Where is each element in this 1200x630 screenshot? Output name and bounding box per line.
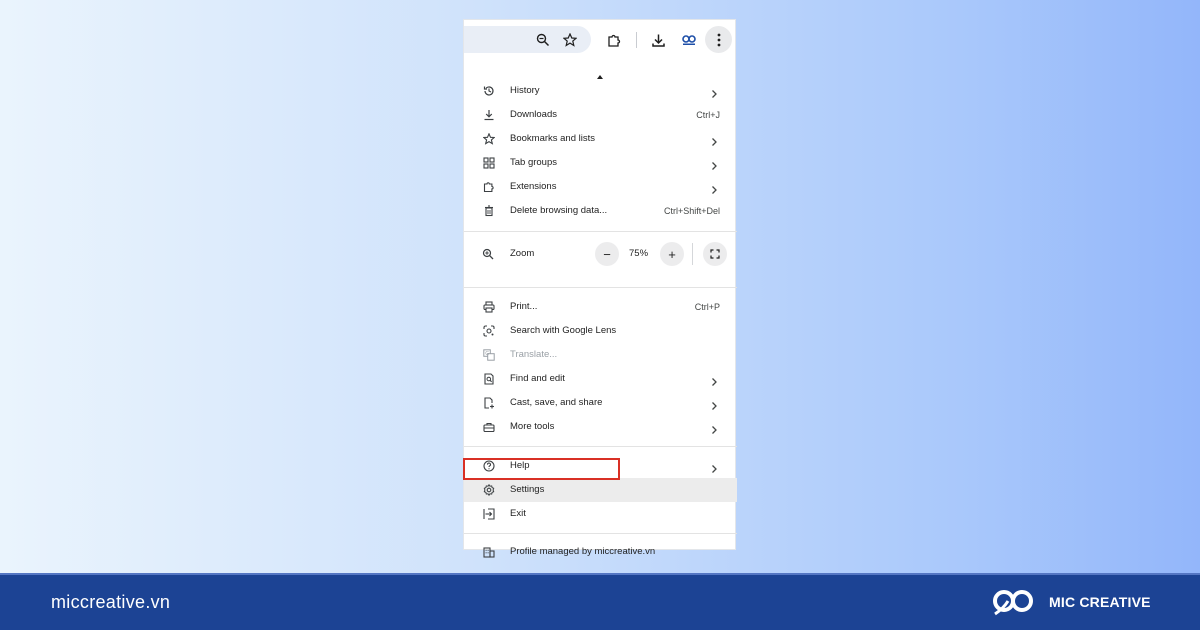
brand-name: MIC CREATIVE xyxy=(1049,594,1151,610)
menu-item-exit[interactable]: Exit xyxy=(464,502,737,526)
extensions-icon xyxy=(482,180,496,194)
chevron-right-icon xyxy=(709,461,719,473)
cast-save-share-icon xyxy=(482,396,496,410)
fullscreen-icon xyxy=(710,249,720,259)
menu-item-more-tools[interactable]: More tools xyxy=(464,415,737,439)
zoom-in-button[interactable]: + xyxy=(660,242,684,266)
exit-icon xyxy=(482,507,496,521)
menu-divider xyxy=(464,446,737,447)
zoom-label: Zoom xyxy=(510,248,535,259)
zoom-out-button[interactable]: − xyxy=(595,242,619,266)
toolbox-icon xyxy=(482,420,496,434)
zoom-value: 75% xyxy=(629,248,649,259)
menu-item-delete-browsing-data[interactable]: Delete browsing data... Ctrl+Shift+Del xyxy=(464,199,737,223)
mic-creative-logo-icon xyxy=(991,588,1045,623)
menu-item-settings[interactable]: Settings xyxy=(464,478,737,502)
chevron-right-icon xyxy=(709,86,719,98)
gear-icon xyxy=(482,483,496,497)
building-icon xyxy=(482,545,496,559)
chevron-right-icon xyxy=(709,134,719,146)
zoom-row: Zoom − 75% + xyxy=(464,239,737,269)
zoom-separator xyxy=(692,243,693,265)
trash-icon xyxy=(482,204,496,218)
toolbar-separator xyxy=(636,32,637,48)
google-lens-icon xyxy=(482,324,496,338)
zoom-icon xyxy=(482,247,496,261)
menu-item-downloads[interactable]: Downloads Ctrl+J xyxy=(464,103,737,127)
chevron-right-icon xyxy=(709,422,719,434)
download-icon xyxy=(482,108,496,122)
bookmark-star-icon[interactable] xyxy=(557,27,583,53)
star-icon xyxy=(482,132,496,146)
more-menu-icon[interactable] xyxy=(705,26,732,53)
menu-item-translate: G Translate... xyxy=(464,343,737,367)
translate-icon: G xyxy=(482,348,496,362)
zoom-icon[interactable] xyxy=(530,27,556,53)
svg-text:G: G xyxy=(485,351,489,357)
menu-item-history[interactable]: History xyxy=(464,79,737,103)
footer-banner: miccreative.vn MIC CREATIVE xyxy=(0,573,1200,630)
menu-divider xyxy=(464,287,737,288)
menu-item-bookmarks[interactable]: Bookmarks and lists xyxy=(464,127,737,151)
website-url[interactable]: miccreative.vn xyxy=(51,575,170,630)
profile-logo-icon[interactable] xyxy=(676,27,702,53)
menu-item-find-edit[interactable]: Find and edit xyxy=(464,367,737,391)
menu-item-tab-groups[interactable]: Tab groups xyxy=(464,151,737,175)
find-edit-icon xyxy=(482,372,496,386)
chevron-right-icon xyxy=(709,182,719,194)
menu-divider xyxy=(464,533,737,534)
menu-item-extensions[interactable]: Extensions xyxy=(464,175,737,199)
menu-divider xyxy=(464,231,737,232)
fullscreen-button[interactable] xyxy=(703,242,727,266)
chevron-right-icon xyxy=(709,398,719,410)
extensions-icon[interactable] xyxy=(601,27,627,53)
menu-item-cast-save-share[interactable]: Cast, save, and share xyxy=(464,391,737,415)
menu-item-print[interactable]: Print... Ctrl+P xyxy=(464,295,737,319)
menu-item-managed-profile[interactable]: Profile managed by miccreative.vn xyxy=(464,540,737,564)
chevron-right-icon xyxy=(709,374,719,386)
tab-groups-icon xyxy=(482,156,496,170)
download-icon[interactable] xyxy=(645,27,671,53)
print-icon xyxy=(482,300,496,314)
settings-highlight-box xyxy=(463,458,620,480)
menu-item-google-lens[interactable]: Search with Google Lens xyxy=(464,319,737,343)
history-icon xyxy=(482,84,496,98)
browser-toolbar xyxy=(464,20,737,59)
chevron-right-icon xyxy=(709,158,719,170)
